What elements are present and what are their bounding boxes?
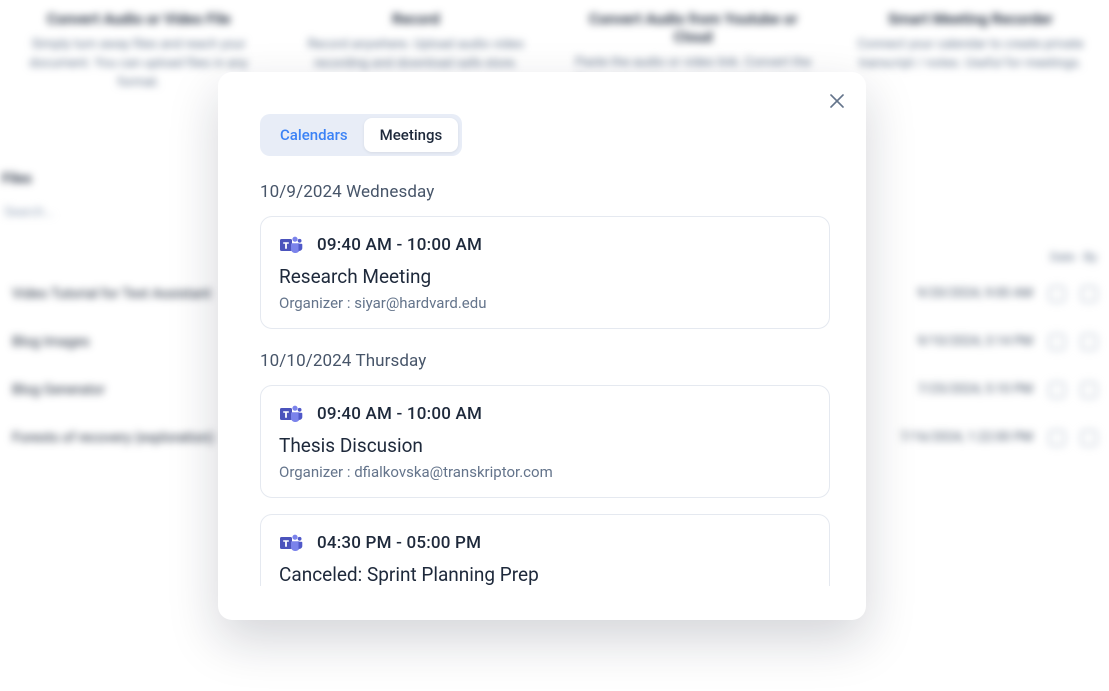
meeting-organizer: Organizer : dfialkovska@transkriptor.com <box>279 463 811 481</box>
date-heading: 10/10/2024 Thursday <box>260 351 830 371</box>
meeting-title: Thesis Discusion <box>279 434 811 457</box>
meeting-time-row: 04:30 PM - 05:00 PM <box>279 531 811 555</box>
meeting-time: 04:30 PM - 05:00 PM <box>317 533 481 553</box>
date-heading: 10/9/2024 Wednesday <box>260 182 830 202</box>
meeting-card[interactable]: 09:40 AM - 10:00 AM Research Meeting Organ… <box>260 216 830 329</box>
tab-meetings[interactable]: Meetings <box>364 118 459 152</box>
tab-group: Calendars Meetings <box>218 72 866 156</box>
meeting-time-row: 09:40 AM - 10:00 AM <box>279 233 811 257</box>
close-button[interactable] <box>826 90 848 112</box>
meeting-card[interactable]: 04:30 PM - 05:00 PM Canceled: Sprint Plan… <box>260 514 830 586</box>
teams-icon <box>279 531 303 555</box>
meetings-list[interactable]: 10/9/2024 Wednesday 09:40 AM - 10:00 AM Re… <box>260 178 848 586</box>
meeting-card[interactable]: 09:40 AM - 10:00 AM Thesis Discusion Organ… <box>260 385 830 498</box>
meetings-modal: Calendars Meetings 10/9/2024 Wednesday 09… <box>218 72 866 620</box>
modal-backdrop[interactable]: Calendars Meetings 10/9/2024 Wednesday 09… <box>0 0 1109 691</box>
meeting-organizer: Organizer : siyar@hardvard.edu <box>279 294 811 312</box>
meeting-time-row: 09:40 AM - 10:00 AM <box>279 402 811 426</box>
teams-icon <box>279 402 303 426</box>
meeting-title: Research Meeting <box>279 265 811 288</box>
meeting-title: Canceled: Sprint Planning Prep <box>279 563 811 586</box>
meeting-time: 09:40 AM - 10:00 AM <box>317 404 482 424</box>
close-icon <box>830 94 844 108</box>
tab-calendars[interactable]: Calendars <box>264 118 364 152</box>
meeting-time: 09:40 AM - 10:00 AM <box>317 235 482 255</box>
teams-icon <box>279 233 303 257</box>
